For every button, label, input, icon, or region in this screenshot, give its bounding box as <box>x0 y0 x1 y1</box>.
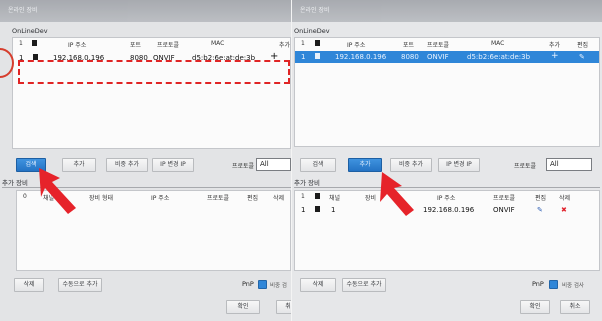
manual-add-button[interactable]: 비중 추가 <box>106 158 148 172</box>
edit-pencil-icon[interactable]: ✎ <box>537 206 543 214</box>
pointer-arrow-icon <box>39 168 76 214</box>
online-device-section-label: OnLineDev <box>294 27 330 35</box>
pnp-label: PnP <box>532 280 544 288</box>
protocol-label: 프로토콜 <box>232 163 255 170</box>
col-port: 포트 <box>130 42 142 49</box>
col-add: 추가 <box>279 42 291 49</box>
pointer-arrow-icon <box>380 172 414 216</box>
window-title: 온라인 장비 <box>0 0 291 22</box>
right-screenshot-panel: 온라인 장비 OnLineDev 1 IP 주소 포트 프로토콜 MAC 추가 … <box>292 0 602 321</box>
table-row-selected[interactable]: 1 192.168.0.196 8080 ONVIF d5:b2:6e:at:d… <box>295 51 599 63</box>
online-table-header: 1 IP 주소 포트 프로토콜 MAC 추가 <box>13 38 290 51</box>
add-device-plus-icon[interactable]: + <box>551 51 559 61</box>
table-row[interactable]: 1 1 192.168.0.196 ONVIF ✎ ✖ <box>295 204 599 216</box>
delete-x-icon[interactable]: ✖ <box>561 206 567 214</box>
edit-pencil-icon[interactable]: ✎ <box>579 53 585 61</box>
added-device-section-label: 추가 장비 <box>294 177 600 188</box>
confirm-button[interactable]: 확인 <box>520 300 550 314</box>
online-device-table[interactable]: 1 IP 주소 포트 프로토콜 MAC 추가 1 192.168.0.196 8… <box>12 37 291 149</box>
cancel-button[interactable]: 취 <box>276 300 291 314</box>
row-checkbox[interactable] <box>315 206 320 214</box>
online-table-header: 1 IP 주소 포트 프로토콜 MAC 추가 편집 <box>301 40 589 49</box>
pnp-label: PnP <box>242 280 254 288</box>
cancel-button[interactable]: 취소 <box>560 300 590 314</box>
row-checkbox[interactable] <box>315 53 320 61</box>
protocol-label: 프로토콜 <box>514 163 537 170</box>
highlight-dashed-box <box>18 60 290 84</box>
added-table-header: 1 채널 장비 IP 주소 프로토콜 편집 삭제 <box>301 193 571 202</box>
manual-add-bottom-button[interactable]: 수동으로 추가 <box>58 278 102 292</box>
online-device-section-label: OnLineDev <box>12 27 48 35</box>
change-ip-button[interactable]: IP 변경 IP <box>152 158 194 172</box>
pnp-checkbox[interactable] <box>258 280 267 289</box>
pnp-checkbox[interactable] <box>549 280 558 289</box>
col-mac: MAC <box>211 40 225 47</box>
confirm-button[interactable]: 확인 <box>226 300 260 314</box>
online-device-table[interactable]: 1 IP 주소 포트 프로토콜 MAC 추가 편집 1 192.168.0.19… <box>294 37 600 147</box>
left-screenshot-panel: 온라인 장비 OnLineDev 1 IP 주소 포트 프로토콜 MAC 추가 … <box>0 0 291 321</box>
protocol-select[interactable]: All <box>546 158 592 171</box>
pnp-extra-label: 비중 검 <box>270 283 287 289</box>
col-index: 1 <box>19 40 23 47</box>
col-select <box>32 40 37 48</box>
manual-add-bottom-button[interactable]: 수동으로 추가 <box>342 278 386 292</box>
col-ip: IP 주소 <box>68 42 87 49</box>
protocol-select[interactable]: All <box>256 158 291 171</box>
delete-button[interactable]: 삭제 <box>14 278 44 292</box>
col-protocol: 프로토콜 <box>157 42 180 49</box>
added-device-table[interactable]: 1 채널 장비 IP 주소 프로토콜 편집 삭제 1 1 192.168.0.1… <box>294 190 600 271</box>
pnp-extra-label: 비중 검사 <box>562 283 584 289</box>
change-ip-button[interactable]: IP 변경 IP <box>438 158 480 172</box>
window-title: 온라인 장비 <box>292 0 602 22</box>
delete-button[interactable]: 삭제 <box>300 278 336 292</box>
search-button[interactable]: 검색 <box>300 158 336 172</box>
